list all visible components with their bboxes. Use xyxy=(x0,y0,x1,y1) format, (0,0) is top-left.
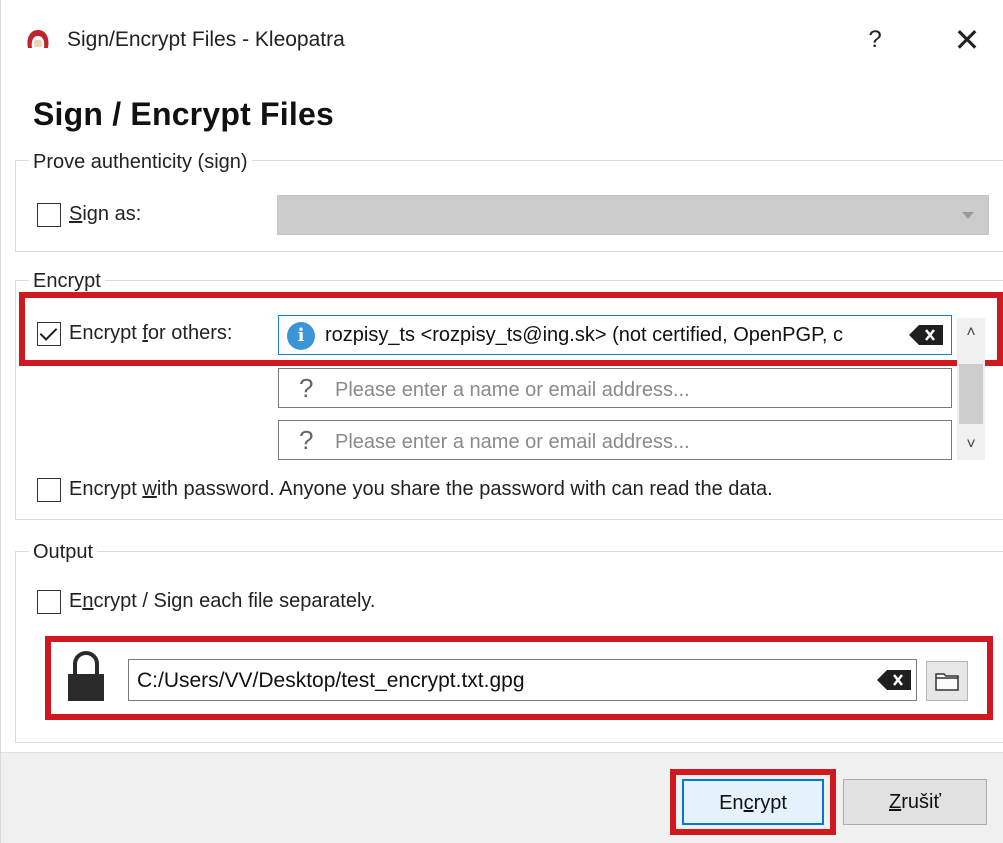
sign-each-separately-label[interactable]: Encrypt / Sign each file separately. xyxy=(69,590,375,613)
kleopatra-app-icon xyxy=(27,30,49,48)
recipient-value: rozpisy_ts <rozpisy_ts@ing.sk> (not cert… xyxy=(325,324,843,346)
sign-as-combobox xyxy=(277,195,989,235)
title-bar: Sign/Encrypt Files - Kleopatra ? ✕ xyxy=(1,0,1003,80)
output-group-title: Output xyxy=(29,541,98,564)
sign-group-title: Prove authenticity (sign) xyxy=(29,151,252,174)
encrypt-for-others-checkbox[interactable] xyxy=(37,322,61,346)
encrypt-button[interactable]: Encrypt xyxy=(682,779,824,825)
encrypt-with-password-checkbox[interactable] xyxy=(37,478,61,502)
recipient-field-1[interactable]: i rozpisy_ts <rozpisy_ts@ing.sk> (not ce… xyxy=(278,315,952,355)
question-icon: ? xyxy=(299,425,314,455)
recipient-placeholder: Please enter a name or email address... xyxy=(335,379,690,401)
clear-text-icon[interactable] xyxy=(877,670,911,690)
question-icon: ? xyxy=(299,373,314,403)
encrypt-group-title: Encrypt xyxy=(29,270,105,293)
info-icon: i xyxy=(287,322,315,350)
help-button[interactable]: ? xyxy=(857,22,893,58)
scrollbar-thumb[interactable] xyxy=(959,364,983,424)
output-path-value: C:/Users/VV/Desktop/test_encrypt.txt.gpg xyxy=(137,669,525,692)
chevron-down-icon xyxy=(962,212,974,219)
cancel-button[interactable]: Zrušiť xyxy=(843,779,987,825)
recipient-field-2[interactable]: ? Please enter a name or email address..… xyxy=(278,368,952,408)
recipient-placeholder: Please enter a name or email address... xyxy=(335,431,690,453)
chevron-down-icon[interactable]: ˅ xyxy=(957,430,985,460)
folder-icon xyxy=(935,673,959,691)
chevron-up-icon[interactable]: ˄ xyxy=(957,318,985,348)
page-title: Sign / Encrypt Files xyxy=(33,96,334,132)
sign-as-checkbox[interactable] xyxy=(37,203,61,227)
browse-folder-button[interactable] xyxy=(926,661,968,701)
output-path-input[interactable]: C:/Users/VV/Desktop/test_encrypt.txt.gpg xyxy=(128,659,917,701)
close-button[interactable]: ✕ xyxy=(945,18,989,62)
lock-icon xyxy=(68,651,104,701)
recipient-field-3[interactable]: ? Please enter a name or email address..… xyxy=(278,420,952,460)
encrypt-with-password-label[interactable]: Encrypt with password. Anyone you share … xyxy=(69,478,773,501)
recipients-scrollbar[interactable]: ˄ ˅ xyxy=(957,318,985,460)
window-title: Sign/Encrypt Files - Kleopatra xyxy=(67,28,345,51)
sign-as-label[interactable]: Sign as: xyxy=(69,203,141,226)
dialog-window: Sign/Encrypt Files - Kleopatra ? ✕ Sign … xyxy=(0,0,1003,843)
clear-text-icon[interactable] xyxy=(909,325,943,345)
sign-each-separately-checkbox[interactable] xyxy=(37,590,61,614)
encrypt-for-others-label[interactable]: Encrypt for others: xyxy=(69,322,232,345)
